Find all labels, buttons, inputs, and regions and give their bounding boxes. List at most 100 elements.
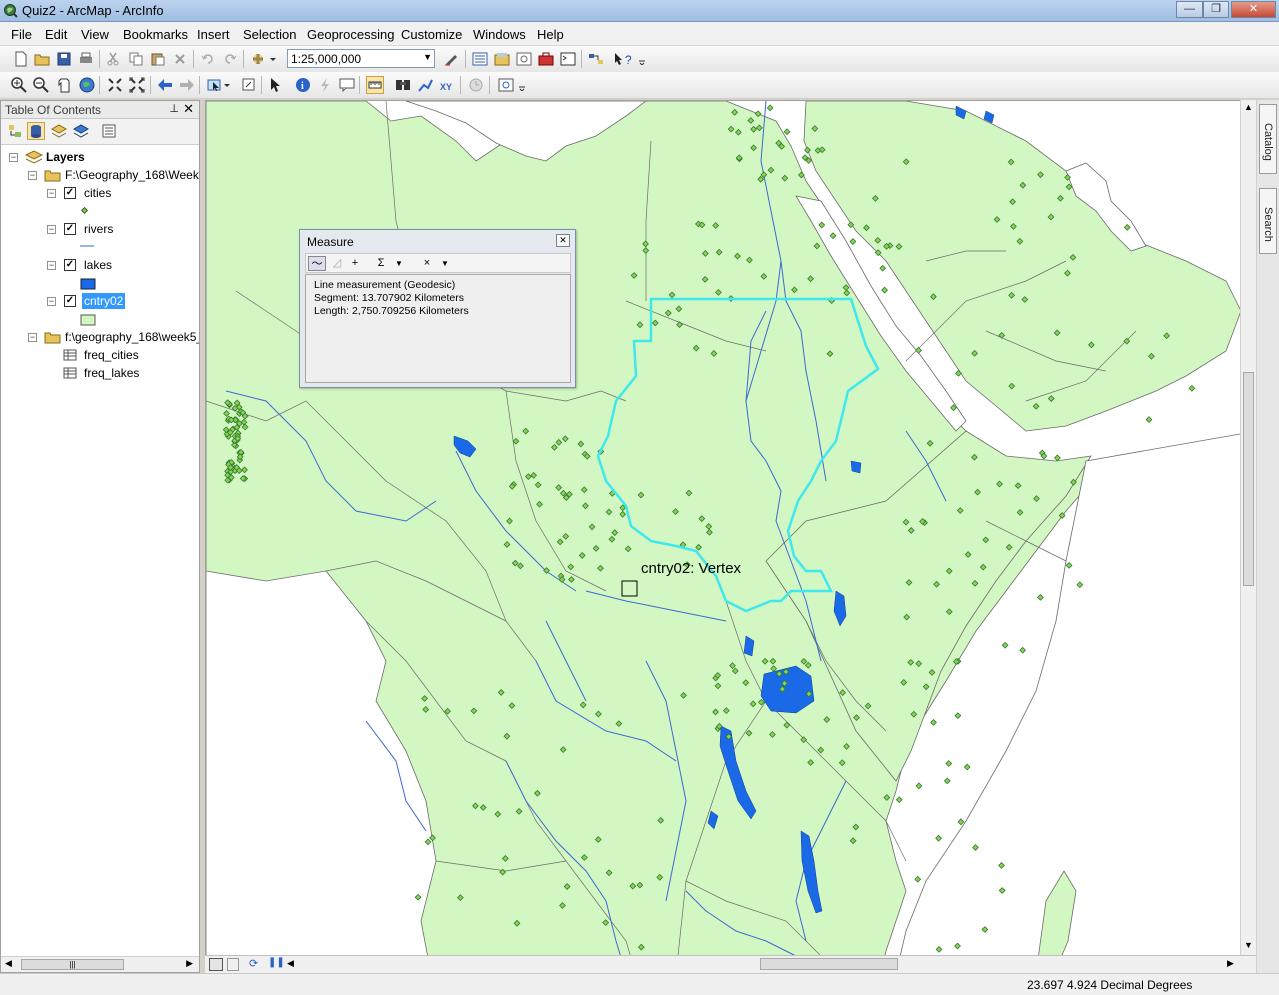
editor-icon[interactable]	[443, 50, 461, 68]
create-viewer-window-icon[interactable]	[495, 76, 517, 94]
scroll-up-icon[interactable]: ▲	[1244, 102, 1253, 112]
measure-icon[interactable]	[366, 76, 384, 94]
tree-row-cities[interactable]: − ✓ cities	[47, 185, 187, 203]
tree-row-cntry02[interactable]: − ✓ cntry02	[47, 293, 187, 311]
zoom-in-icon[interactable]	[10, 76, 28, 94]
pause-drawing-icon[interactable]: ❚❚	[268, 957, 285, 968]
clear-selection-icon[interactable]	[240, 76, 258, 94]
measure-feature-icon[interactable]: +	[346, 256, 364, 271]
pin-icon[interactable]: ⊥	[169, 102, 179, 115]
copy-icon[interactable]	[127, 50, 145, 68]
menu-edit[interactable]: Edit	[45, 27, 67, 42]
menu-insert[interactable]: Insert	[197, 27, 230, 42]
scroll-left-icon[interactable]: ◀	[5, 958, 12, 969]
data-view-button[interactable]	[209, 958, 223, 971]
tree-row-folder-week5-tables[interactable]: − f:\geography_168\week5_	[28, 329, 199, 347]
maximize-button[interactable]: ❐	[1203, 1, 1229, 18]
cntry02-visibility-checkbox[interactable]: ✓	[64, 295, 76, 307]
toolbar-options-icon[interactable]	[517, 76, 527, 94]
toc-horizontal-scrollbar[interactable]: ◀ ||| ▶	[1, 956, 199, 972]
map-scale-dropdown[interactable]: 1:25,000,000 ▼	[287, 49, 435, 68]
cities-visibility-checkbox[interactable]: ✓	[64, 187, 76, 199]
tree-row-freq-lakes[interactable]: freq_lakes	[61, 365, 191, 383]
scroll-down-icon[interactable]: ▼	[1244, 940, 1253, 950]
list-by-drawing-order-icon[interactable]	[6, 122, 24, 140]
toolbar-options-icon[interactable]	[637, 50, 647, 68]
arctoolbox-icon[interactable]	[537, 50, 555, 68]
search-tab[interactable]: Search	[1259, 188, 1277, 254]
collapse-icon[interactable]: −	[9, 153, 18, 162]
html-popup-icon[interactable]	[338, 76, 356, 94]
scroll-thumb[interactable]: |||	[21, 959, 124, 970]
scroll-thumb[interactable]	[1243, 372, 1254, 586]
fixed-zoom-in-icon[interactable]	[106, 76, 124, 94]
map-vertical-scrollbar[interactable]: ▲ ▼	[1240, 100, 1256, 955]
catalog-icon[interactable]	[493, 50, 511, 68]
pan-icon[interactable]	[55, 76, 73, 94]
hyperlink-icon[interactable]	[316, 76, 334, 94]
menu-customize[interactable]: Customize	[401, 27, 462, 42]
paste-icon[interactable]	[149, 50, 167, 68]
menu-help[interactable]: Help	[537, 27, 564, 42]
scroll-left-icon[interactable]: ◀	[287, 958, 294, 969]
layout-view-button[interactable]	[227, 958, 239, 971]
table-of-contents-icon[interactable]	[471, 50, 489, 68]
toc-options-icon[interactable]	[100, 122, 118, 140]
close-measure-icon[interactable]: ✕	[556, 234, 570, 247]
forward-icon[interactable]	[178, 76, 196, 94]
python-icon[interactable]	[559, 50, 577, 68]
save-icon[interactable]	[55, 50, 73, 68]
show-total-icon[interactable]: Σ	[372, 256, 390, 271]
collapse-icon[interactable]: −	[47, 261, 56, 270]
select-elements-icon[interactable]	[267, 76, 285, 94]
refresh-icon[interactable]: ⟳	[249, 957, 258, 970]
redo-icon[interactable]	[221, 50, 239, 68]
collapse-icon[interactable]: −	[28, 333, 37, 342]
choose-units-icon[interactable]: ▼	[390, 256, 408, 271]
find-route-icon[interactable]	[416, 76, 434, 94]
cut-icon[interactable]	[104, 50, 122, 68]
menu-windows[interactable]: Windows	[473, 27, 526, 42]
lakes-visibility-checkbox[interactable]: ✓	[64, 259, 76, 271]
list-by-source-icon[interactable]	[27, 122, 45, 140]
whats-this-icon[interactable]: ?	[612, 50, 636, 68]
collapse-icon[interactable]: −	[28, 171, 37, 180]
go-to-xy-icon[interactable]: XY	[438, 76, 456, 94]
tree-row-freq-cities[interactable]: freq_cities	[61, 347, 191, 365]
minimize-button[interactable]: —	[1176, 1, 1203, 18]
full-extent-icon[interactable]	[78, 76, 96, 94]
list-by-visibility-icon[interactable]	[50, 122, 68, 140]
new-document-icon[interactable]	[12, 50, 30, 68]
menu-bookmarks[interactable]: Bookmarks	[123, 27, 188, 42]
tree-row-lakes[interactable]: − ✓ lakes	[47, 257, 187, 275]
zoom-out-icon[interactable]	[32, 76, 50, 94]
menu-file[interactable]: File	[11, 27, 32, 42]
scroll-thumb[interactable]	[760, 958, 898, 970]
measure-area-icon[interactable]: ◿	[328, 256, 346, 271]
model-builder-icon[interactable]	[587, 50, 605, 68]
search-window-icon[interactable]	[515, 50, 533, 68]
delete-icon[interactable]	[171, 50, 189, 68]
menu-selection[interactable]: Selection	[243, 27, 296, 42]
collapse-icon[interactable]: −	[47, 225, 56, 234]
print-icon[interactable]	[77, 50, 95, 68]
catalog-tab[interactable]: Catalog	[1259, 104, 1277, 174]
rivers-visibility-checkbox[interactable]: ✓	[64, 223, 76, 235]
find-icon[interactable]	[394, 76, 412, 94]
scroll-right-icon[interactable]: ▶	[1227, 958, 1234, 969]
collapse-icon[interactable]: −	[47, 189, 56, 198]
open-icon[interactable]	[33, 50, 51, 68]
list-by-selection-icon[interactable]	[72, 122, 90, 140]
clear-results-icon[interactable]: ×	[418, 256, 436, 271]
back-icon[interactable]	[156, 76, 174, 94]
add-data-icon[interactable]	[250, 50, 278, 68]
close-toc-icon[interactable]: ✕	[183, 101, 194, 117]
undo-icon[interactable]	[199, 50, 217, 68]
tree-row-folder-week5[interactable]: − F:\Geography_168\Week5	[28, 167, 199, 185]
menu-geoprocessing[interactable]: Geoprocessing	[307, 27, 394, 42]
scroll-right-icon[interactable]: ▶	[186, 958, 193, 969]
select-features-icon[interactable]	[206, 76, 232, 94]
fixed-zoom-out-icon[interactable]	[128, 76, 146, 94]
tree-row-rivers[interactable]: − ✓ rivers	[47, 221, 187, 239]
identify-icon[interactable]: i	[294, 76, 312, 94]
